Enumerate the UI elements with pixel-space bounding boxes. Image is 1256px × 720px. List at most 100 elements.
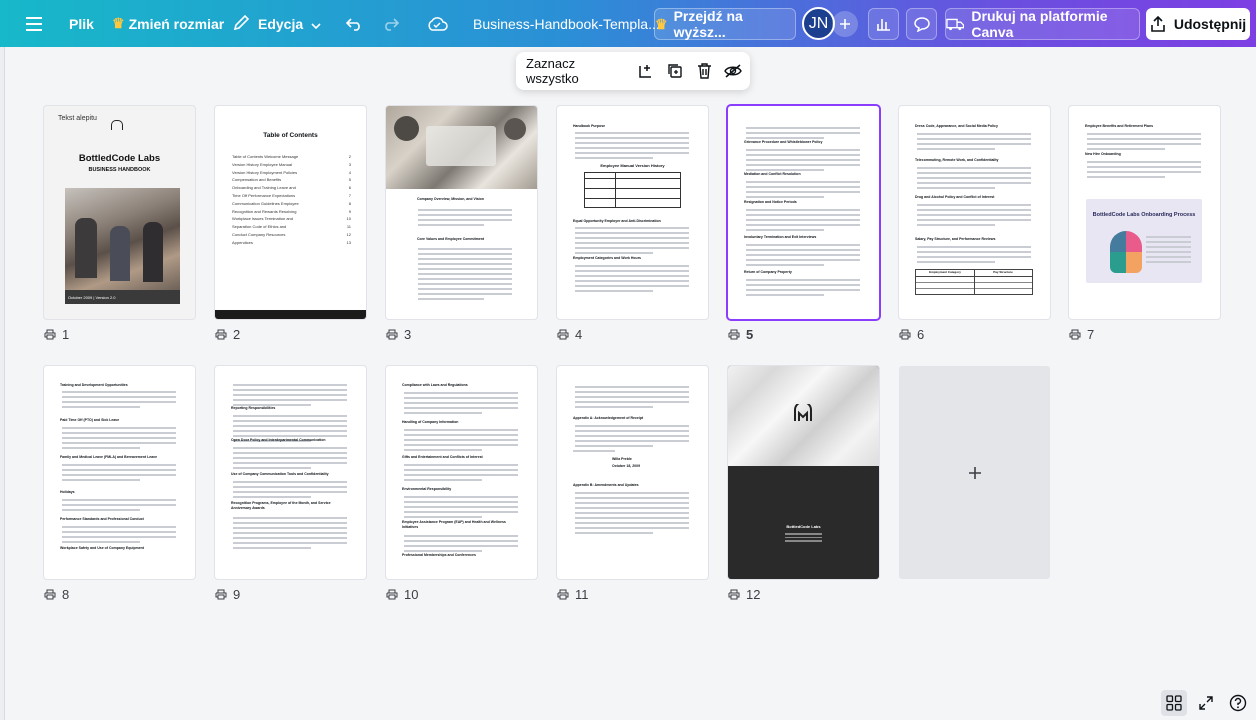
page-heading: Involuntary Termination and Exit Intervi… [744,235,817,239]
bar-chart-icon [876,19,890,31]
upload-icon [1151,16,1165,32]
page-thumbnail-6[interactable]: Dress Code, Appearance, and Social Media… [899,106,1050,319]
page-number-6: 6 [899,327,924,342]
file-menu[interactable]: Plik [69,0,94,47]
print-icon [44,329,56,340]
page-heading: Dress Code, Appearance, and Social Media… [915,124,998,128]
page-heading: Equal Opportunity Employer and Anti-Disc… [573,219,661,223]
avatar[interactable]: JN [802,7,835,40]
page-number-label: 9 [233,587,241,602]
page-number-label: 12 [746,587,761,602]
page-number-label: 1 [62,327,70,342]
page-heading: Employee Assistance Program (EAP) and He… [402,520,506,529]
edit-menu[interactable]: Edycja [233,0,321,47]
page-number-label: 5 [746,327,754,342]
add-collaborator-button[interactable] [832,11,858,37]
onboarding-graphic: BottledCode Labs Onboarding Process [1086,199,1202,283]
page-heading: Workplace Safety and Use of Company Equi… [60,546,144,550]
page-heading: New Hire Onboarding [1085,152,1121,156]
document-title[interactable]: Business-Handbook-Templa... [473,0,660,47]
redo-icon[interactable] [377,8,405,40]
page-heading: Company Overview, Mission, and Vision [417,197,484,201]
page-thumbnail-10[interactable]: Compliance with Laws and Regulations Han… [386,366,537,579]
menu-icon[interactable] [20,8,48,40]
page-heading: Mediation and Conflict Resolution [744,172,801,176]
share-label: Udostępnij [1173,16,1247,32]
page-number-5: 5 [728,327,753,342]
page-thumbnail-12[interactable]: BottledCode Labs [728,366,879,579]
add-page-button[interactable] [899,366,1050,579]
trash-icon[interactable] [691,58,717,84]
page-thumbnail-3[interactable]: Company Overview, Mission, and Vision Co… [386,106,537,319]
select-all-button[interactable]: Zaznacz wszystko [526,56,630,86]
page-thumbnail-5[interactable]: Grievance Procedure and Whistleblower Po… [728,106,879,319]
page-heading: Reporting Responsibilities [231,406,276,410]
duplicate-page-icon[interactable] [662,58,688,84]
cover-footer: October 2009 | Version 2.0 [65,290,180,304]
page-number-label: 8 [62,587,70,602]
page-heading: Resignation and Notice Periods [744,200,797,204]
upgrade-button[interactable]: ♛ Przejdź na wyższ... [654,8,796,40]
page-heading: Grievance Procedure and Whistleblower Po… [744,140,823,144]
logo-icon [792,401,814,422]
page-number-7: 7 [1069,327,1094,342]
cover-photo [65,188,180,290]
print-with-canva-button[interactable]: Drukuj na platformie Canva [945,8,1140,40]
page-heading: Use of Company Communication Tools and C… [231,472,329,476]
page-number-12: 12 [728,587,760,602]
page-number-11: 11 [557,587,589,602]
fullscreen-icon[interactable] [1193,690,1219,716]
share-button[interactable]: Udostępnij [1146,8,1250,40]
page-thumbnail-9[interactable]: Reporting Responsibilities Open Door Pol… [215,366,366,579]
page-heading: Environmental Responsibility [402,487,452,491]
page-thumbnail-2[interactable]: Table of Contents Table of Contents Welc… [215,106,366,319]
comments-button[interactable] [906,8,937,40]
page-number-label: 4 [575,327,583,342]
version-table [584,172,681,208]
undo-icon[interactable] [340,8,368,40]
page-thumbnail-11[interactable]: Appendix A: Acknowledgement of Receipt W… [557,366,708,579]
page-number-1: 1 [44,327,69,342]
grid-view-icon[interactable] [1161,690,1187,716]
cover-subtitle: BUSINESS HANDBOOK [88,167,151,173]
logo-icon [111,120,123,130]
cloud-saved-icon[interactable] [422,8,452,40]
page-heading: Employee Benefits and Retirement Plans [1085,124,1154,128]
pay-structure-table: Employment Category Pay Structure [915,269,1033,295]
page-number-8: 8 [44,587,69,602]
page-thumbnail-7[interactable]: Employee Benefits and Retirement Plans N… [1069,106,1220,319]
page-heading: Family and Medical Leave (FMLA) and Bere… [60,455,158,459]
page-number-label: 3 [404,327,412,342]
signature-date: October 18, 2009 [612,464,641,468]
page-heading: Salary, Pay Structure, and Performance R… [915,237,996,241]
help-icon[interactable] [1225,690,1251,716]
crown-icon: ♛ [655,15,668,32]
page-number-label: 6 [917,327,925,342]
page-heading: Compliance with Laws and Regulations [402,383,468,387]
page-heading: Employment Categories and Work Hours [573,256,642,260]
page-heading: Holidays [60,490,75,494]
file-menu-label: Plik [69,15,94,32]
hide-page-icon[interactable] [720,58,746,84]
upgrade-label: Przejdź na wyższ... [673,8,743,40]
team-photo [386,106,537,189]
page-heading: Appendix B: Amendments and Updates [573,483,639,487]
resize-button[interactable]: ♛ Zmień rozmiar [112,0,224,47]
plus-icon [968,466,981,479]
page-thumbnail-8[interactable]: Training and Development Opportunities P… [44,366,195,579]
resize-label: Zmień rozmiar [128,15,225,32]
page-number-label: 2 [233,327,241,342]
page-number-label: 10 [404,587,419,602]
page-heading: Core Values and Employee Commitment [417,237,485,241]
page-heading: Training and Development Opportunities [60,383,128,387]
page-thumbnail-1[interactable]: Tekst alepitu BottledCode Labs BUSINESS … [44,106,195,319]
avatar-initials: JN [808,14,829,32]
page-number-3: 3 [386,327,411,342]
page-thumbnail-4[interactable]: Handbook Purpose Employee Manual Version… [557,106,708,319]
selection-toolbar: Zaznacz wszystko [516,52,750,90]
page-heading: Handbook Purpose [573,124,606,128]
add-page-icon[interactable] [633,58,659,84]
insights-button[interactable] [868,8,899,40]
page-footer-bar [215,310,366,319]
pencil-icon [233,14,250,34]
